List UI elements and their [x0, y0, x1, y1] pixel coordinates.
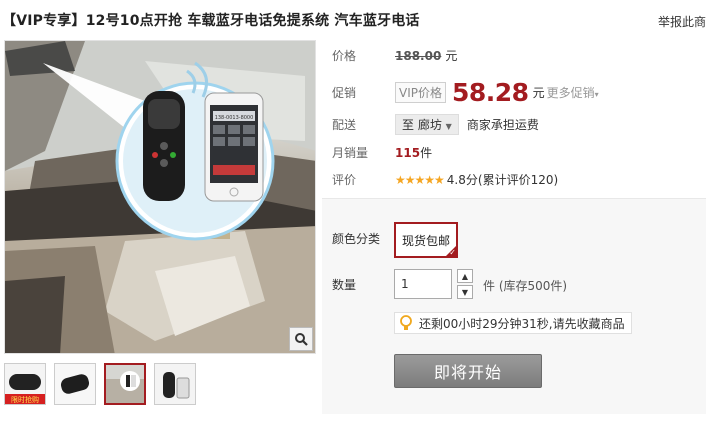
thumbnail-1[interactable]: 限时抢购 — [4, 363, 46, 405]
rating-score[interactable]: 4.8分(累计评价120) — [447, 171, 558, 188]
rating-label: 评价 — [332, 173, 357, 187]
thumbnail-3[interactable] — [104, 363, 146, 405]
location-select[interactable]: 至 廊坊 ▼ — [395, 114, 459, 135]
promo-price: 58.28 — [452, 78, 529, 107]
thumbnail-4[interactable] — [154, 363, 196, 405]
countdown-text: 还剩00小时29分钟31秒,请先收藏商品 — [419, 316, 625, 331]
sales-count: 115 — [395, 145, 421, 160]
star-rating-icon: ★★★★★ — [395, 172, 445, 187]
countdown-tip: 还剩00小时29分钟31秒,请先收藏商品 — [394, 312, 632, 334]
quantity-label: 数量 — [332, 278, 357, 292]
sales-label: 月销量 — [332, 146, 369, 160]
main-product-image[interactable]: 138-0013-8000 — [4, 40, 316, 354]
chevron-down-icon: ▼ — [445, 122, 452, 131]
purchase-panel: 颜色分类 现货包邮 ✓ 数量 ▲ ▼ 件 (库存500件) 还剩00小时29分钟… — [322, 198, 706, 414]
price-row: 价格 188.00 元 — [332, 47, 457, 64]
shipping-text: 商家承担运费 — [466, 118, 539, 132]
thumbnail-strip: 限时抢购 — [4, 363, 196, 405]
rating-row: 评价 ★★★★★ 4.8分(累计评价120) — [332, 171, 558, 188]
thumbnail-2[interactable] — [54, 363, 96, 405]
zoom-button[interactable] — [289, 327, 313, 351]
promo-unit: 元 — [532, 86, 545, 100]
caret-up-icon: ▲ — [461, 271, 469, 281]
triangle-down-icon: ▾ — [594, 90, 599, 99]
shipping-row: 配送 至 廊坊 ▼ 商家承担运费 — [332, 114, 539, 135]
sku-option-button[interactable]: 现货包邮 ✓ — [394, 222, 458, 258]
lightbulb-icon — [400, 315, 412, 330]
sales-unit: 件 — [420, 146, 433, 160]
shipping-label: 配送 — [332, 118, 357, 132]
sku-option-label: 现货包邮 — [401, 233, 450, 248]
product-title: 【VIP专享】12号10点开抢 车载蓝牙电话免提系统 汽车蓝牙电话 — [2, 13, 420, 29]
sku-label: 颜色分类 — [332, 232, 381, 246]
price-unit: 元 — [445, 49, 458, 63]
location-value: 至 廊坊 — [402, 118, 442, 132]
quantity-increase-button[interactable]: ▲ — [457, 269, 473, 283]
stock-text: 件 (库存500件) — [483, 279, 568, 293]
more-promotions-label: 更多促销 — [546, 86, 595, 100]
thumb-badge: 限时抢购 — [11, 395, 39, 404]
caret-down-icon: ▼ — [461, 287, 469, 297]
check-icon: ✓ — [449, 248, 456, 257]
promo-row: 促销 VIP价格 58.28 元 更多促销▾ — [332, 78, 599, 107]
magnifier-icon — [295, 333, 308, 346]
quantity-decrease-button[interactable]: ▼ — [457, 285, 473, 299]
more-promotions-link[interactable]: 更多促销▾ — [547, 84, 599, 101]
quantity-input[interactable] — [394, 269, 452, 299]
promo-label: 促销 — [332, 86, 357, 100]
phone-screen-number: 138-0013-8000 — [215, 115, 254, 121]
report-link[interactable]: 举报此商 — [658, 13, 706, 30]
price-label: 价格 — [332, 49, 357, 63]
coming-soon-button[interactable]: 即将开始 — [394, 354, 542, 388]
vip-price-tag: VIP价格 — [395, 82, 446, 103]
sales-row: 月销量 115 件 — [332, 144, 432, 161]
original-price: 188.00 — [395, 48, 442, 63]
